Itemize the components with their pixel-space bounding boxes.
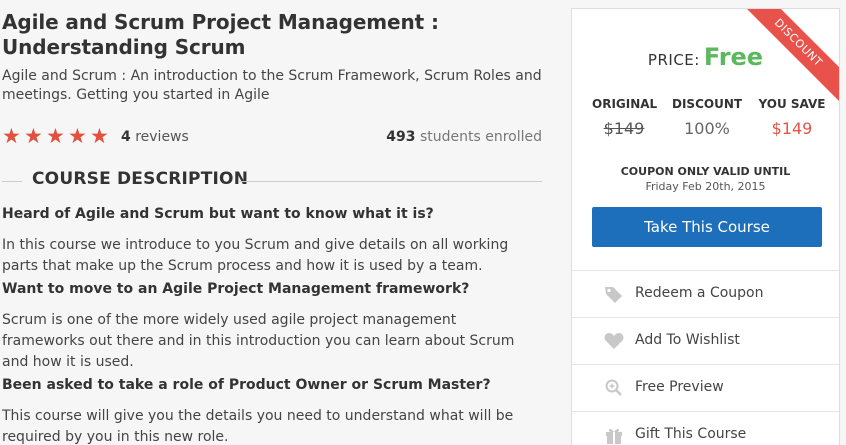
star-icon: ★ <box>68 124 87 148</box>
course-title: Agile and Scrum Project Management : Und… <box>2 10 439 59</box>
original-value: $149 <box>603 119 645 138</box>
action-list: Redeem a Coupon Add To Wishlist Free Pre… <box>572 270 839 445</box>
star-icon: ★ <box>24 124 43 148</box>
course-meta: ★ ★ ★ ★ ★ 4 reviews 493 students enrolle… <box>2 124 542 148</box>
tag-icon <box>604 285 624 303</box>
action-label: Add To Wishlist <box>635 332 740 348</box>
gift-icon <box>604 426 624 444</box>
course-page: Agile and Scrum Project Management : Und… <box>0 0 846 445</box>
students-count: 493 <box>386 129 416 145</box>
description-question: Heard of Agile and Scrum but want to kno… <box>2 206 434 222</box>
reviews-count: 4 <box>121 129 131 145</box>
rating-stars: ★ ★ ★ ★ ★ <box>2 124 110 148</box>
course-info: Agile and Scrum Project Management : Und… <box>2 0 547 445</box>
description-question: Been asked to take a role of Product Own… <box>2 377 491 393</box>
students-enrolled: 493 students enrolled <box>386 129 542 145</box>
action-label: Gift This Course <box>635 426 747 442</box>
magnifier-icon <box>604 379 624 397</box>
description-answer: Scrum is one of the more widely used agi… <box>2 312 515 370</box>
discount-amount: DISCOUNT 100% <box>672 97 742 138</box>
original-label: ORIGINAL <box>592 97 658 111</box>
star-icon: ★ <box>2 124 21 148</box>
take-course-button[interactable]: Take This Course <box>592 207 822 247</box>
description-answer: This course will give you the details yo… <box>2 408 514 445</box>
section-heading: COURSE DESCRIPTION <box>2 169 542 193</box>
description-answer: In this course we introduce to you Scrum… <box>2 237 509 274</box>
coupon-validity: COUPON ONLY VALID UNTIL Friday Feb 20th,… <box>572 165 839 193</box>
course-description: Heard of Agile and Scrum but want to kno… <box>2 205 542 445</box>
course-subtitle: Agile and Scrum : An introduction to the… <box>2 68 542 103</box>
save-label: YOU SAVE <box>758 97 826 111</box>
action-label: Free Preview <box>635 379 724 395</box>
price-value: Free <box>703 43 764 71</box>
divider <box>2 181 22 182</box>
free-preview-button[interactable]: Free Preview <box>572 364 839 411</box>
students-label: students enrolled <box>419 129 542 145</box>
reviews-label: reviews <box>135 129 189 145</box>
description-question: Want to move to an Agile Project Managem… <box>2 281 470 297</box>
star-icon: ★ <box>46 124 65 148</box>
purchase-panel: DISCOUNT PRICE: Free ORIGINAL $149 DISCOU… <box>571 8 840 445</box>
coupon-date: Friday Feb 20th, 2015 <box>645 180 766 193</box>
discount-value: 100% <box>684 119 730 138</box>
reviews-link[interactable]: 4 reviews <box>121 129 189 145</box>
add-to-wishlist-button[interactable]: Add To Wishlist <box>572 317 839 364</box>
section-title: COURSE DESCRIPTION <box>32 169 249 189</box>
coupon-heading: COUPON ONLY VALID UNTIL <box>620 165 791 178</box>
price-label: PRICE: <box>647 51 700 69</box>
divider <box>238 181 542 182</box>
redeem-coupon-button[interactable]: Redeem a Coupon <box>572 270 839 317</box>
gift-course-button[interactable]: Gift This Course <box>572 411 839 445</box>
discount-label: DISCOUNT <box>672 97 743 111</box>
heart-icon <box>604 332 624 350</box>
original-price: ORIGINAL $149 <box>592 97 658 138</box>
price-breakdown: ORIGINAL $149 DISCOUNT 100% YOU SAVE $14… <box>584 97 834 147</box>
you-save: YOU SAVE $149 <box>756 97 828 138</box>
action-label: Redeem a Coupon <box>635 285 764 301</box>
star-icon: ★ <box>90 124 109 148</box>
price-line: PRICE: Free <box>572 43 839 71</box>
save-value: $149 <box>771 119 813 138</box>
